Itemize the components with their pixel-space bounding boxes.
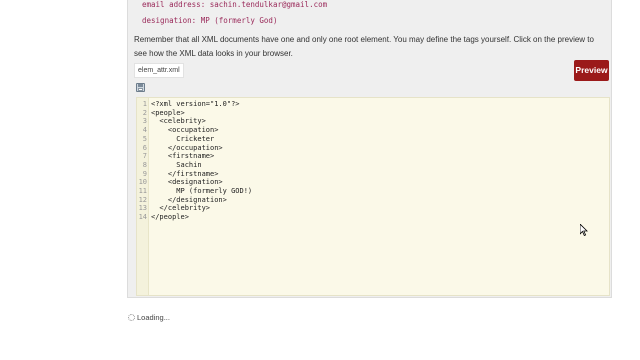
designation-snippet: designation: MP (formerly God)	[142, 16, 278, 25]
code-line[interactable]: </celebrity>	[151, 204, 210, 213]
line-number: 1	[142, 100, 147, 108]
code-line[interactable]: </designation>	[151, 196, 227, 205]
file-tab[interactable]: elem_attr.xml	[134, 63, 184, 78]
code-line[interactable]: </firstname>	[151, 170, 219, 179]
line-number: 11	[138, 187, 147, 195]
code-line[interactable]: <people>	[151, 109, 185, 118]
code-line[interactable]: <occupation>	[151, 126, 219, 135]
mouse-cursor-icon	[580, 224, 588, 236]
line-number: 2	[142, 108, 147, 117]
line-number: 3	[142, 117, 147, 126]
line-number: 12	[138, 195, 147, 204]
loading-indicator: Loading...	[128, 313, 170, 322]
code-line[interactable]: Sachin	[151, 161, 201, 170]
line-number: 8	[142, 160, 147, 169]
line-number: 13	[138, 204, 147, 213]
code-line[interactable]: MP (formerly GOD!)	[151, 187, 252, 196]
loading-text: Loading...	[137, 313, 170, 322]
code-line[interactable]: </occupation>	[151, 144, 223, 153]
code-line[interactable]: Cricketer	[151, 135, 214, 144]
email-snippet: email address: sachin.tendulkar@gmail.co…	[142, 0, 328, 9]
code-line[interactable]: </people>	[151, 213, 189, 222]
line-number: 10	[138, 178, 147, 187]
loading-icon	[128, 314, 135, 321]
line-number: 7	[142, 152, 147, 161]
line-number: 14	[138, 213, 147, 222]
code-line[interactable]: <firstname>	[151, 152, 214, 161]
line-number: 9	[142, 169, 147, 178]
code-line[interactable]: <?xml version="1.0"?>	[151, 100, 240, 109]
preview-button[interactable]: Preview	[574, 60, 609, 81]
code-line[interactable]: <celebrity>	[151, 117, 205, 126]
code-editor[interactable]: 1 <?xml version="1.0"?> 2 <people> 3 <celebr…	[136, 97, 610, 296]
line-number: 4	[142, 126, 147, 135]
code-line[interactable]: <designation>	[151, 178, 223, 187]
instructions-text: Remember that all XML documents have one…	[134, 35, 594, 58]
line-number: 6	[142, 143, 147, 152]
line-number: 5	[142, 134, 147, 143]
exercise-panel: email address: sachin.tendulkar@gmail.co…	[127, 0, 612, 298]
save-icon[interactable]	[136, 83, 145, 92]
